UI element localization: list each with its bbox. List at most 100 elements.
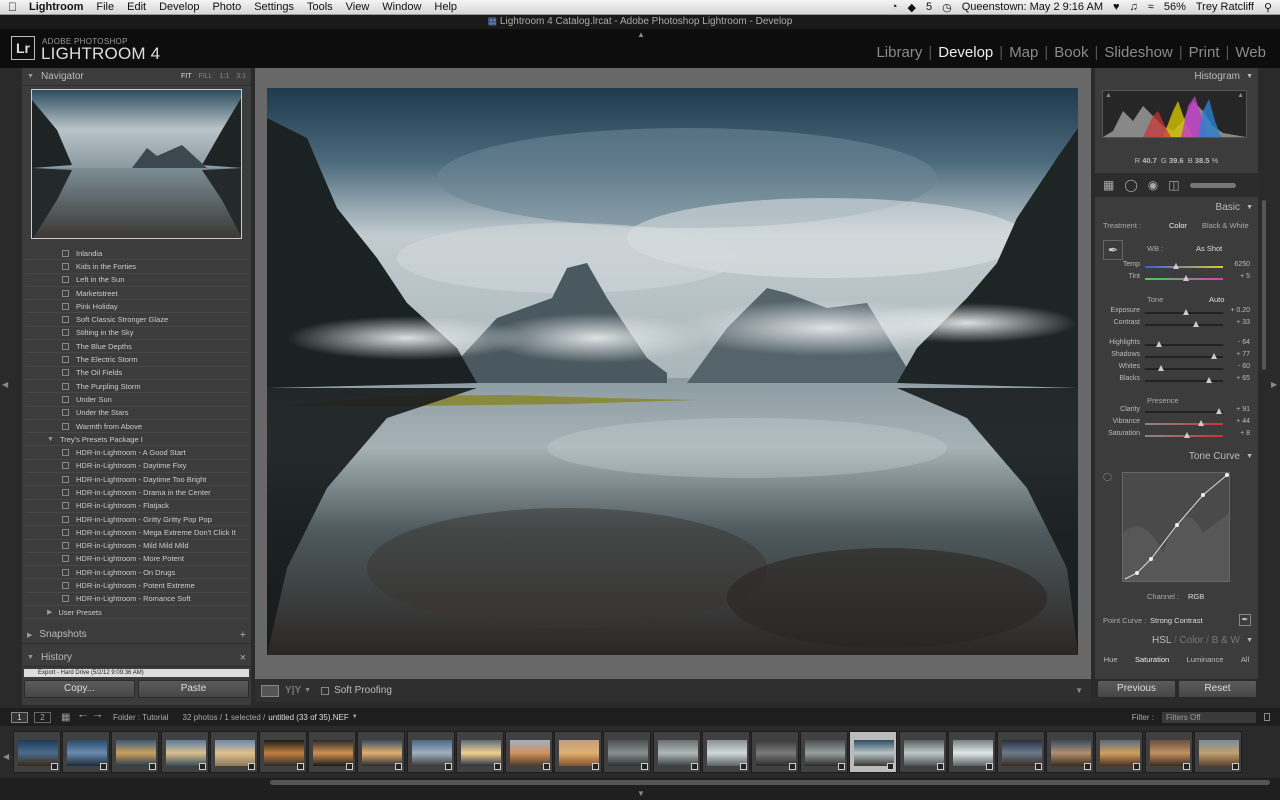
grid-view-icon[interactable]: ▦ xyxy=(61,712,70,723)
slider-knob[interactable] xyxy=(1173,263,1180,269)
preset-item[interactable]: Warmth from Above xyxy=(25,420,248,434)
slider-knob[interactable] xyxy=(1216,408,1223,414)
tone-auto-button[interactable]: Auto xyxy=(1209,295,1239,304)
menu-file[interactable]: File xyxy=(96,1,114,13)
slider-value[interactable]: + 65 xyxy=(1225,375,1250,382)
filmstrip-thumbnail[interactable] xyxy=(160,731,209,773)
menu-app-lightroom[interactable]: Lightroom xyxy=(29,1,83,13)
tone-curve-header[interactable]: Tone Curve ▼ xyxy=(1095,448,1258,465)
zoom-fill[interactable]: FILL xyxy=(199,73,213,80)
menu-edit[interactable]: Edit xyxy=(127,1,146,13)
window-2-button[interactable]: 2 xyxy=(34,711,51,723)
filmstrip-thumbnail[interactable] xyxy=(1046,731,1095,773)
module-develop[interactable]: Develop xyxy=(932,44,999,61)
slider-exposure[interactable]: Exposure + 0.20 xyxy=(1095,307,1258,319)
previous-button[interactable]: Previous xyxy=(1097,680,1176,698)
slider-track[interactable] xyxy=(1145,411,1223,413)
soft-proofing-checkbox[interactable] xyxy=(321,686,330,695)
slider-value[interactable]: + 91 xyxy=(1225,406,1250,413)
filmstrip-thumbnail[interactable] xyxy=(406,731,455,773)
preset-folder[interactable]: ▼ Trey's Presets Package I xyxy=(25,433,248,447)
color-title[interactable]: Color xyxy=(1179,635,1203,646)
spotlight-icon[interactable]: ⚲ xyxy=(1264,1,1272,14)
hsl-tab-hue[interactable]: Hue xyxy=(1104,655,1118,664)
paste-settings-button[interactable]: Paste xyxy=(138,680,249,698)
collapse-triangle-icon[interactable]: ▼ xyxy=(27,73,34,80)
module-slideshow[interactable]: Slideshow xyxy=(1098,44,1178,61)
user-name[interactable]: Trey Ratcliff xyxy=(1196,1,1254,13)
filmstrip-thumbnail[interactable] xyxy=(898,731,947,773)
menu-develop[interactable]: Develop xyxy=(159,1,199,13)
treatment-black-white[interactable]: Black & White xyxy=(1202,221,1258,230)
slider-vibrance[interactable]: Vibrance + 44 xyxy=(1095,418,1258,430)
before-after-icon[interactable]: Y|Y xyxy=(285,685,301,696)
point-curve-select[interactable]: Strong Contrast xyxy=(1150,616,1230,625)
world-clock[interactable]: Queenstown: May 2 9:16 AM xyxy=(962,1,1103,13)
targeted-adjustment-icon[interactable]: ◯ xyxy=(1103,472,1112,481)
filmstrip-thumbnail[interactable] xyxy=(997,731,1045,773)
battery-text[interactable]: 56% xyxy=(1164,1,1186,13)
slider-value[interactable]: 6250 xyxy=(1225,261,1250,268)
preset-item[interactable]: Under the Stars xyxy=(25,407,248,420)
preset-item[interactable]: HDR-in-Lightroom - Romance Soft xyxy=(25,593,248,607)
filmstrip-thumbnail[interactable] xyxy=(800,731,849,773)
zoom-1-1[interactable]: 1:1 xyxy=(220,73,230,80)
top-panel-toggle-icon[interactable]: ▲ xyxy=(637,30,645,39)
forward-arrow-icon[interactable]: 🠒 xyxy=(93,709,102,726)
preset-item[interactable]: Inlandia xyxy=(25,247,248,261)
copy-settings-button[interactable]: Copy... xyxy=(24,680,135,698)
preset-item[interactable]: HDR-in-Lightroom - On Drugs xyxy=(25,566,248,580)
preset-item[interactable]: The Purpling Storm xyxy=(25,380,248,394)
menu-settings[interactable]: Settings xyxy=(254,1,294,13)
slider-value[interactable]: + 33 xyxy=(1225,319,1250,326)
module-library[interactable]: Library xyxy=(870,44,928,61)
hsl-tab-all[interactable]: All xyxy=(1241,655,1249,664)
zoom-3-1[interactable]: 3:1 xyxy=(236,73,246,80)
histogram-graph[interactable]: ▲ ▲ xyxy=(1102,90,1247,138)
slider-contrast[interactable]: Contrast + 33 xyxy=(1095,319,1258,331)
preset-item[interactable]: HDR-in-Lightroom - More Potent xyxy=(25,553,248,567)
filmstrip-thumbnail[interactable] xyxy=(308,731,357,773)
navigator-header[interactable]: ▼ Navigator FIT FILL 1:1 3:1 xyxy=(22,68,251,86)
slider-value[interactable]: - 60 xyxy=(1225,363,1250,370)
adjustment-brush-icon[interactable] xyxy=(1189,182,1236,188)
filmstrip-thumbnail[interactable] xyxy=(554,731,603,773)
preset-item[interactable]: HDR-in-Lightroom - Potent Extreme xyxy=(25,579,248,593)
clock-icon[interactable]: ◷ xyxy=(942,1,952,14)
slider-highlights[interactable]: Highlights - 64 xyxy=(1095,339,1258,351)
collapse-triangle-icon[interactable]: ▼ xyxy=(1246,68,1253,85)
reset-button[interactable]: Reset xyxy=(1178,680,1257,698)
slider-value[interactable]: + 5 xyxy=(1225,273,1250,280)
slider-knob[interactable] xyxy=(1156,341,1163,347)
volume-icon[interactable]: ♫ xyxy=(1130,1,1138,13)
preset-item[interactable]: Pink Holiday xyxy=(25,300,248,314)
toolbar-menu-icon[interactable]: ▼ xyxy=(1075,686,1083,695)
selected-filename[interactable]: untitled (33 of 35).NEF xyxy=(268,713,348,722)
preset-item[interactable]: HDR-in-Lightroom - Gritty Gritty Pop Pop xyxy=(25,513,248,527)
collapse-triangle-icon[interactable]: ▶ xyxy=(47,608,52,616)
channel-select[interactable]: RGB xyxy=(1188,592,1218,601)
slider-value[interactable]: + 8 xyxy=(1225,430,1250,437)
collapse-triangle-icon[interactable]: ▼ xyxy=(27,654,34,661)
hsl-title[interactable]: HSL xyxy=(1152,635,1171,646)
folder-source[interactable]: Folder : Tutorial xyxy=(113,713,169,722)
preset-item[interactable]: The Blue Depths xyxy=(25,340,248,354)
filmstrip-thumbnail[interactable] xyxy=(209,731,258,773)
filmstrip-thumbnail[interactable] xyxy=(13,731,61,773)
menu-photo[interactable]: Photo xyxy=(212,1,241,13)
basic-header[interactable]: Basic ▼ xyxy=(1095,199,1258,216)
filmstrip-thumbnail[interactable] xyxy=(259,731,307,773)
filmstrip-thumbnail[interactable] xyxy=(111,731,160,773)
filmstrip-thumbnail[interactable] xyxy=(751,731,799,773)
slider-whites[interactable]: Whites - 60 xyxy=(1095,363,1258,375)
module-web[interactable]: Web xyxy=(1229,44,1272,61)
filmstrip-thumbnail[interactable] xyxy=(1095,731,1144,773)
hsl-header[interactable]: HSL / Color / B & W ▼ xyxy=(1095,632,1258,649)
snapshots-header[interactable]: ▶ Snapshots + xyxy=(22,626,251,644)
collapse-triangle-icon[interactable]: ▼ xyxy=(1246,632,1253,649)
preset-item[interactable]: HDR-in-Lightroom - Daytime Too Bright xyxy=(25,473,248,487)
filmstrip-thumbnail[interactable] xyxy=(849,731,898,773)
slider-saturation[interactable]: Saturation + 8 xyxy=(1095,430,1258,442)
wb-select[interactable]: As Shot xyxy=(1196,244,1246,253)
filmstrip-thumbnail[interactable] xyxy=(357,731,406,773)
